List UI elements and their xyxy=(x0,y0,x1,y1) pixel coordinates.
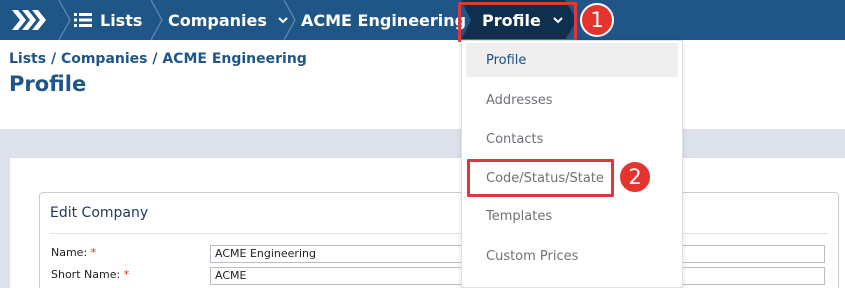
top-nav-bar: Lists Companies ACME Engineering Profile xyxy=(0,0,845,40)
dropdown-item-templates[interactable]: Templates xyxy=(466,199,678,233)
card-title: Edit Company xyxy=(50,205,149,221)
breadcrumb-separator-icon xyxy=(58,0,72,40)
callout-badge-2: 2 xyxy=(618,160,652,194)
page-title: Profile xyxy=(9,72,87,96)
short-name-label: Short Name: * xyxy=(51,268,129,281)
callout-badge-1: 1 xyxy=(580,3,614,37)
breadcrumb-separator-icon xyxy=(150,0,164,40)
dropdown-item-addresses[interactable]: Addresses xyxy=(466,83,678,117)
nav-crumb-companies[interactable]: Companies xyxy=(168,0,288,40)
name-label: Name: * xyxy=(51,246,96,259)
nav-crumb-companies-label: Companies xyxy=(168,10,267,30)
dropdown-item-profile[interactable]: Profile xyxy=(466,43,678,77)
page-breadcrumb: Lists / Companies / ACME Engineering xyxy=(9,51,307,67)
nav-crumb-lists[interactable]: Lists xyxy=(74,0,142,40)
required-marker: * xyxy=(123,268,130,281)
dropdown-item-custom-prices[interactable]: Custom Prices xyxy=(466,239,678,273)
callout-box-1 xyxy=(458,2,577,42)
name-label-text: Name: xyxy=(51,246,88,259)
short-name-label-text: Short Name: xyxy=(51,268,121,281)
dropdown-item-contacts[interactable]: Contacts xyxy=(466,122,678,156)
list-icon xyxy=(74,13,92,27)
nav-crumb-company[interactable]: ACME Engineering xyxy=(301,0,466,40)
breadcrumb-separator-icon xyxy=(283,0,297,40)
required-marker: * xyxy=(90,246,97,259)
app-logo-chevrons-icon[interactable] xyxy=(10,8,46,32)
nav-crumb-lists-label: Lists xyxy=(100,10,143,30)
nav-crumb-company-label: ACME Engineering xyxy=(301,10,467,30)
card-divider xyxy=(50,233,828,234)
callout-box-2 xyxy=(467,159,614,197)
